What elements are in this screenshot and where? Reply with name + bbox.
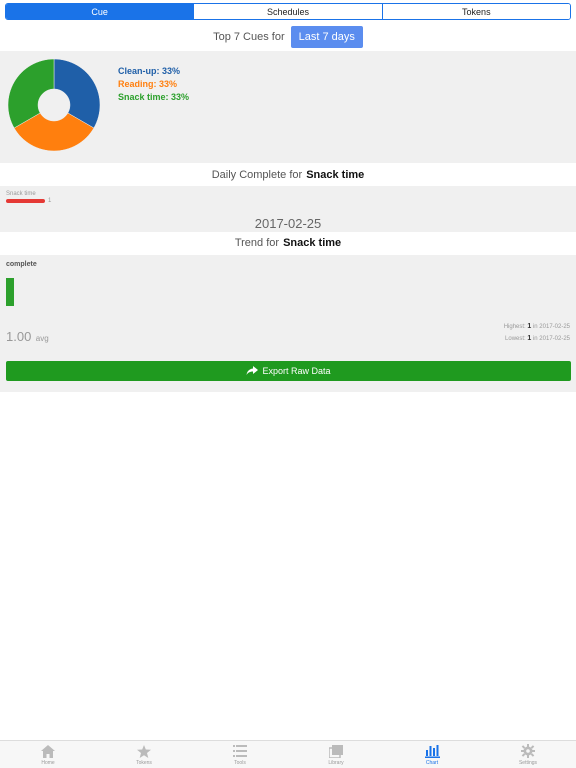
highest-stat: Highest: 1 in 2017-02-25: [504, 321, 570, 333]
daily-cue-name: Snack time: [306, 169, 365, 181]
tab-tools[interactable]: Tools: [192, 741, 288, 768]
tab-library[interactable]: Library: [288, 741, 384, 768]
segment-tokens[interactable]: Tokens: [382, 4, 570, 19]
highest-date: in 2017-02-25: [532, 324, 570, 330]
list-icon: [233, 744, 247, 758]
trend-title: Trend for: [234, 237, 280, 249]
highest-value: 1: [527, 323, 532, 330]
gear-icon: [521, 744, 535, 758]
donut-chart: [7, 58, 101, 152]
trend-header: Trend for Snack time: [0, 232, 576, 254]
tab-home[interactable]: Home: [0, 741, 96, 768]
tab-settings-label: Settings: [518, 760, 538, 766]
trend-bar: [6, 278, 14, 306]
range-button[interactable]: Last 7 days: [290, 26, 363, 48]
avg-unit: avg: [35, 334, 49, 343]
segment-schedules[interactable]: Schedules: [194, 4, 383, 19]
daily-bar-label: Snack time: [6, 191, 36, 197]
tab-tokens[interactable]: Tokens: [96, 741, 192, 768]
export-raw-data-button[interactable]: Export Raw Data: [6, 361, 571, 381]
lowest-value: 1: [527, 335, 532, 342]
tab-chart[interactable]: Chart: [384, 741, 480, 768]
tab-chart-label: Chart: [425, 760, 439, 766]
legend-reading: Reading: 33%: [118, 79, 178, 89]
trend-cue-name: Snack time: [283, 237, 342, 249]
top-cues-header: Top 7 Cues for Last 7 days: [0, 25, 576, 49]
tab-tools-label: Tools: [234, 760, 246, 766]
lowest-date: in 2017-02-25: [532, 336, 570, 342]
daily-panel: Snack time 1 2017-02-25: [0, 186, 576, 232]
pie-slice-clean-up: [53, 58, 101, 129]
tab-bar: Home Tokens Tools Library Chart Settings: [0, 740, 576, 768]
export-label: Export Raw Data: [262, 366, 331, 376]
legend-clean-up: Clean-up: 33%: [118, 66, 181, 76]
tab-home-label: Home: [41, 760, 55, 766]
tab-settings[interactable]: Settings: [480, 741, 576, 768]
daily-title: Daily Complete for: [211, 169, 303, 181]
legend-snack-time: Snack time: 33%: [118, 92, 190, 102]
segment-control: Cue Schedules Tokens: [5, 3, 571, 20]
lowest-stat: Lowest: 1 in 2017-02-25: [504, 333, 570, 345]
highest-label: Highest:: [503, 324, 526, 330]
avg-value: 1.00: [6, 329, 32, 344]
library-icon: [329, 744, 343, 758]
app-root: Cue Schedules Tokens Top 7 Cues for Last…: [0, 0, 576, 768]
daily-bar: [6, 199, 45, 203]
daily-header: Daily Complete for Snack time: [0, 165, 576, 185]
share-arrow-icon: [246, 366, 259, 375]
daily-bar-value: 1: [48, 198, 52, 204]
top-cues-title: Top 7 Cues for: [213, 31, 285, 43]
pie-slice-snack-time: [7, 58, 55, 129]
lowest-label: Lowest:: [505, 336, 526, 342]
home-icon: [41, 744, 55, 758]
segment-cue[interactable]: Cue: [6, 4, 195, 19]
tab-library-label: Library: [328, 760, 344, 766]
chart-icon: [424, 744, 440, 758]
trend-chart-label: complete: [6, 261, 37, 268]
trend-average: 1.00 avg: [6, 328, 49, 346]
trend-stats: Highest: 1 in 2017-02-25 Lowest: 1 in 20…: [504, 321, 570, 345]
pie-legend: Clean-up: 33% Reading: 33% Snack time: 3…: [118, 65, 189, 104]
star-icon: [137, 744, 151, 758]
tab-tokens-label: Tokens: [136, 760, 152, 766]
daily-date: 2017-02-25: [254, 216, 322, 231]
pie-panel: Clean-up: 33% Reading: 33% Snack time: 3…: [0, 51, 576, 163]
